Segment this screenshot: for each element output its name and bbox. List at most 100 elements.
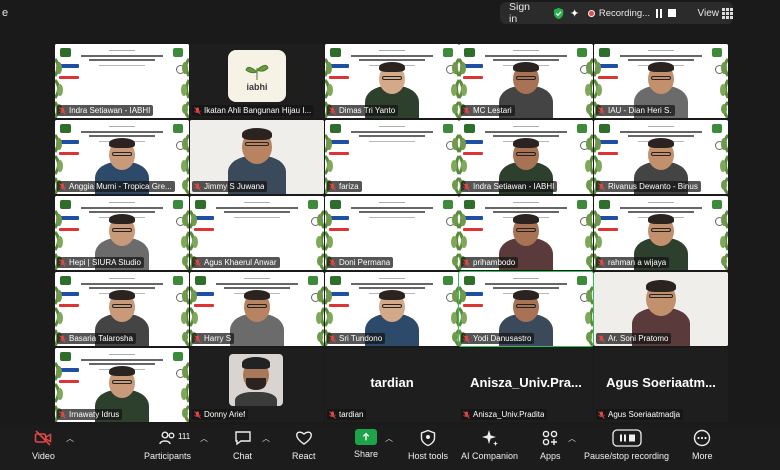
participant-tile[interactable]: Jimmy S Juwana: [190, 120, 324, 194]
chat-button[interactable]: Chat: [233, 429, 252, 461]
participant-display-name: tardian: [370, 375, 414, 390]
logo-text: iabhi: [246, 82, 268, 92]
participant-name: tardian: [339, 410, 364, 419]
participant-tile[interactable]: Agus Soeriaatm... Agus Soeriaatmadja: [594, 348, 728, 422]
participant-name-label: Agus Khaerul Anwar: [192, 257, 280, 268]
recording-dot-icon: [588, 9, 595, 17]
apps-label: Apps: [540, 451, 561, 461]
participant-name-label: Dimas Tri Yanto: [327, 105, 399, 116]
pause-stop-recording-button[interactable]: Pause/stop recording: [584, 429, 669, 461]
participant-tile[interactable]: Sri Tundono: [325, 272, 459, 346]
participant-name: Doni Permana: [339, 258, 391, 267]
participant-name: Yodi Danusastro: [473, 334, 532, 343]
ai-companion-sparkle-icon[interactable]: ✦: [570, 7, 579, 20]
participant-name: Anggia Murni - Tropica Gre...: [69, 182, 172, 191]
participant-tile[interactable]: Donny Arief: [190, 348, 324, 422]
muted-mic-icon: [463, 410, 470, 419]
participant-tile[interactable]: Dimas Tri Yanto: [325, 44, 459, 118]
participant-name: Basaria Talarosha: [69, 334, 133, 343]
muted-mic-icon: [59, 334, 66, 343]
participant-name: prihambodo: [473, 258, 516, 267]
participant-tile[interactable]: Doni Permana: [325, 196, 459, 270]
participant-tile[interactable]: Yodi Danusastro: [458, 271, 594, 347]
participants-button[interactable]: 111 Participants: [144, 429, 191, 461]
share-label: Share: [354, 449, 379, 459]
participant-tile[interactable]: Anisza_Univ.Pra... Anisza_Univ.Pradita: [459, 348, 593, 422]
security-shield-icon[interactable]: [553, 7, 564, 20]
participant-name: Ar. Soni Pratomo: [608, 334, 669, 343]
pause-recording-icon[interactable]: [656, 8, 663, 18]
participant-name: rahman a wijaya: [608, 258, 667, 267]
participant-tile[interactable]: Agus Khaerul Anwar: [190, 196, 324, 270]
ai-companion-label: AI Companion: [461, 451, 519, 461]
participant-name: Anisza_Univ.Pradita: [473, 410, 545, 419]
participant-tile[interactable]: MC Lestari: [459, 44, 593, 118]
participant-name-label: Indra Setiawan - IABHI: [461, 181, 558, 192]
muted-mic-icon: [59, 106, 66, 115]
muted-mic-icon: [194, 182, 201, 191]
participants-icon: [158, 431, 174, 445]
participant-count: 111: [178, 432, 191, 441]
participant-name-label: Donny Arief: [192, 409, 249, 420]
sign-in-button[interactable]: Sign in: [509, 1, 539, 25]
participant-name: fariza: [339, 182, 359, 191]
react-label: React: [292, 451, 316, 461]
participant-display-name: Anisza_Univ.Pra...: [470, 375, 582, 390]
participant-name-label: Anggia Murni - Tropica Gre...: [57, 181, 175, 192]
participant-tile[interactable]: Anggia Murni - Tropica Gre...: [55, 120, 189, 194]
muted-mic-icon: [329, 334, 336, 343]
apps-options-chevron-icon[interactable]: ︿: [568, 433, 576, 444]
more-dots-icon: [694, 429, 711, 447]
participant-tile[interactable]: Basaria Talarosha: [55, 272, 189, 346]
participant-name-label: Irnawaty Idrus: [57, 409, 123, 420]
participant-name: Ikatan Ahli Bangunan Hijau I...: [204, 106, 312, 115]
participant-tile[interactable]: Irnawaty Idrus: [55, 348, 189, 422]
participant-tile[interactable]: tardian tardian: [325, 348, 459, 422]
host-tools-button[interactable]: Host tools: [408, 429, 448, 461]
participant-name: MC Lestari: [473, 106, 512, 115]
recording-pill: Sign in ✦ Recording... View: [500, 1, 733, 25]
participant-tile[interactable]: Indra Setiawan - IABHI: [55, 44, 189, 118]
muted-mic-icon: [463, 182, 470, 191]
muted-mic-icon: [194, 334, 201, 343]
participant-name: Hepi | SIURA Studio: [69, 258, 141, 267]
share-options-chevron-icon[interactable]: ︿: [385, 433, 393, 444]
stop-recording-icon[interactable]: [668, 9, 676, 17]
participant-name-label: MC Lestari: [461, 105, 515, 116]
view-button[interactable]: View: [698, 7, 733, 19]
participant-tile[interactable]: rahman a wijaya: [594, 196, 728, 270]
muted-mic-icon: [59, 182, 66, 191]
participant-name-label: Indra Setiawan - IABHI: [57, 105, 154, 116]
participant-name-label: fariza: [327, 181, 362, 192]
apps-button[interactable]: Apps: [540, 429, 561, 461]
video-button[interactable]: Video: [32, 429, 55, 461]
participant-avatar: [229, 354, 283, 406]
muted-mic-icon: [598, 334, 605, 343]
participant-tile[interactable]: Hepi | SIURA Studio: [55, 196, 189, 270]
participant-name-label: Sri Tundono: [327, 333, 386, 344]
more-button[interactable]: More: [692, 429, 713, 461]
react-button[interactable]: React: [292, 429, 316, 461]
participant-name: Jimmy S Juwana: [204, 182, 265, 191]
participant-tile[interactable]: Rivanus Dewanto - Binus: [594, 120, 728, 194]
participant-tile[interactable]: iabhi Ikatan Ahli Bangunan Hijau I...: [190, 44, 324, 118]
participant-tile[interactable]: Harry S: [190, 272, 324, 346]
video-off-icon: [35, 430, 52, 446]
participant-tile[interactable]: prihambodo: [459, 196, 593, 270]
apps-icon: [542, 430, 558, 446]
ai-companion-button[interactable]: AI Companion: [461, 429, 518, 461]
chat-options-chevron-icon[interactable]: ︿: [262, 433, 270, 444]
muted-mic-icon: [59, 410, 66, 419]
muted-mic-icon: [598, 106, 605, 115]
participant-name-label: IAU - Dian Heri S.: [596, 105, 675, 116]
participant-name-label: prihambodo: [461, 257, 519, 268]
video-options-chevron-icon[interactable]: ︿: [66, 433, 74, 444]
muted-mic-icon: [329, 258, 336, 267]
participant-tile[interactable]: Ar. Soni Pratomo: [594, 272, 728, 346]
participant-tile[interactable]: Indra Setiawan - IABHI: [459, 120, 593, 194]
participants-options-chevron-icon[interactable]: ︿: [200, 433, 208, 444]
share-button[interactable]: Share: [354, 429, 378, 459]
participant-tile[interactable]: fariza: [325, 120, 459, 194]
participant-tile[interactable]: IAU - Dian Heri S.: [594, 44, 728, 118]
organization-logo: iabhi: [228, 50, 286, 102]
